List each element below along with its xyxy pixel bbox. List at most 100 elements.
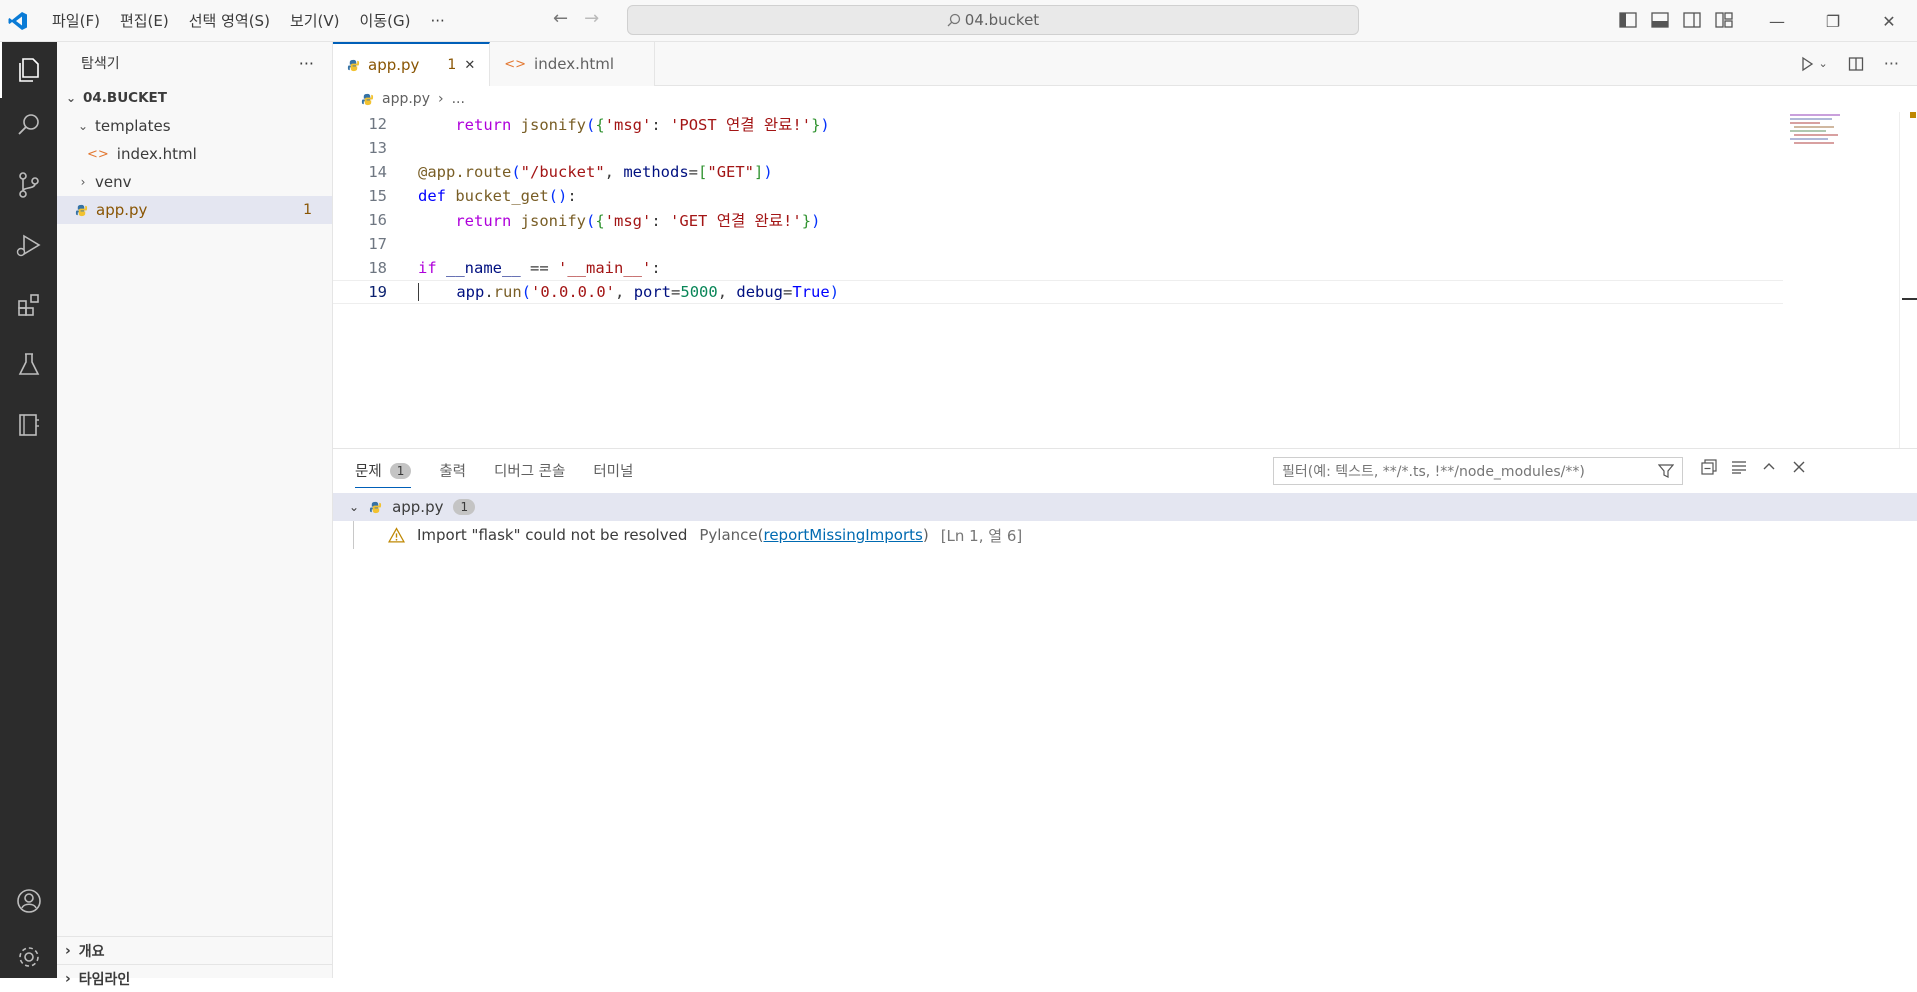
code-text: return jsonify({'msg': 'GET 연결 완료!'}): [455, 212, 821, 230]
menu-file[interactable]: 파일(F): [42, 0, 110, 42]
collapse-all-icon[interactable]: [1701, 459, 1717, 475]
problems-filter-input[interactable]: 필터(예: 텍스트, **/*.ts, !**/node_modules/**): [1273, 457, 1683, 485]
menu-selection[interactable]: 선택 영역(S): [179, 0, 280, 42]
breadcrumb-file[interactable]: app.py: [382, 91, 430, 107]
breadcrumb: app.py › ...: [333, 86, 465, 112]
problems-count-badge: 1: [389, 462, 412, 479]
code-line: 13: [333, 136, 1783, 160]
title-bar: 파일(F) 편집(E) 선택 영역(S) 보기(V) 이동(G) ··· ← →…: [0, 0, 1917, 42]
toggle-panel-icon[interactable]: [1650, 10, 1670, 30]
cursor-marker: [1902, 298, 1917, 300]
filter-icon[interactable]: [1658, 463, 1674, 479]
code-line: 16 return jsonify({'msg': 'GET 연결 완료!'}): [333, 208, 1783, 232]
chevron-down-icon[interactable]: ⌄: [1819, 57, 1828, 70]
workspace-root-label: 04.BUCKET: [83, 90, 167, 106]
timeline-label: 타임라인: [78, 971, 131, 988]
tree-item-label: app.py: [96, 201, 148, 219]
line-number: 17: [368, 235, 387, 253]
menu-go[interactable]: 이동(G): [350, 0, 421, 42]
breadcrumb-separator: ›: [437, 91, 444, 107]
tab-terminal[interactable]: 터미널: [593, 460, 633, 481]
restore-icon[interactable]: ❐: [1805, 0, 1861, 42]
minimap[interactable]: [1788, 112, 1888, 172]
python-file-icon: [347, 59, 360, 72]
code-line: 17: [333, 232, 1783, 256]
search-view-icon[interactable]: [0, 100, 57, 150]
python-file-icon: [361, 93, 374, 106]
account-icon[interactable]: [0, 876, 57, 926]
menu-edit[interactable]: 편집(E): [110, 0, 179, 42]
tab-index-html[interactable]: <> index.html: [490, 42, 656, 86]
forward-arrow-icon[interactable]: →: [584, 8, 599, 29]
tab-label: index.html: [534, 55, 615, 73]
code-line: 18 if __name__ == '__main__':: [333, 256, 1783, 280]
toggle-primary-sidebar-icon[interactable]: [1618, 10, 1638, 30]
line-number: 16: [368, 211, 387, 229]
tree-folder-venv[interactable]: › venv: [57, 168, 332, 196]
chevron-right-icon: ›: [65, 942, 71, 959]
outline-label: 개요: [78, 943, 105, 960]
more-actions-icon[interactable]: ···: [1884, 54, 1899, 73]
explorer-more-icon[interactable]: ···: [299, 54, 314, 73]
code-text: def bucket_get():: [418, 187, 577, 205]
manage-gear-icon[interactable]: [0, 932, 57, 982]
chevron-right-icon: ›: [80, 175, 86, 189]
code-text: if __name__ == '__main__':: [418, 259, 661, 277]
tree-file-index-html[interactable]: <> index.html: [57, 140, 332, 168]
explorer-icon[interactable]: [0, 42, 57, 98]
maximize-panel-icon[interactable]: [1761, 459, 1777, 475]
run-debug-icon[interactable]: [0, 220, 57, 270]
toggle-secondary-sidebar-icon[interactable]: [1682, 10, 1702, 30]
workspace-root[interactable]: ⌄ 04.BUCKET: [57, 84, 332, 112]
split-editor-icon[interactable]: [1848, 56, 1864, 72]
problem-source: Pylance(reportMissingImports): [699, 526, 928, 544]
code-editor[interactable]: 12 return jsonify({'msg': 'POST 연결 완료!'}…: [333, 112, 1917, 448]
tab-output[interactable]: 출력: [439, 460, 466, 481]
notebook-icon[interactable]: [0, 400, 57, 450]
nav-arrows: ← →: [553, 8, 599, 29]
line-number: 19: [368, 283, 387, 301]
problem-file-row[interactable]: ⌄ app.py 1: [333, 493, 1917, 521]
tab-label: 문제: [355, 464, 382, 480]
problem-item[interactable]: Import "flask" could not be resolved Pyl…: [333, 521, 1917, 549]
explorer-header: 탐색기 ···: [57, 42, 332, 84]
problem-code-link[interactable]: reportMissingImports: [763, 526, 922, 544]
minimize-icon[interactable]: —: [1749, 0, 1805, 42]
tab-app-py[interactable]: app.py 1 ✕: [333, 42, 491, 86]
tree-file-app-py[interactable]: app.py 1: [57, 196, 332, 224]
menu-more[interactable]: ···: [420, 0, 454, 42]
warning-icon: [388, 526, 405, 543]
line-number: 12: [368, 115, 387, 133]
extensions-icon[interactable]: [0, 280, 57, 330]
chevron-down-icon: ⌄: [349, 500, 360, 514]
tab-debug-console[interactable]: 디버그 콘솔: [494, 460, 565, 481]
menu-view[interactable]: 보기(V): [280, 0, 350, 42]
current-code-line: 19 app.run('0.0.0.0', port=5000, debug=T…: [333, 280, 1783, 304]
outline-section[interactable]: › 개요: [57, 936, 333, 964]
run-python-file-icon[interactable]: [1799, 56, 1815, 72]
editor-scrollbar[interactable]: [1899, 112, 1917, 448]
panel-actions: [1701, 459, 1807, 475]
word-wrap-icon[interactable]: [1731, 459, 1747, 475]
close-panel-icon[interactable]: [1791, 459, 1807, 475]
python-file-icon: [369, 501, 382, 514]
close-icon[interactable]: ✕: [464, 58, 475, 73]
tab-problems[interactable]: 문제 1: [355, 452, 412, 488]
search-icon: [947, 13, 960, 27]
back-arrow-icon[interactable]: ←: [553, 8, 568, 29]
customize-layout-icon[interactable]: [1714, 10, 1734, 30]
source-control-icon[interactable]: [0, 160, 57, 210]
testing-icon[interactable]: [0, 340, 57, 390]
window-controls: — ❐ ✕: [1749, 0, 1917, 42]
tab-label: app.py: [368, 56, 420, 74]
code-line: 12 return jsonify({'msg': 'POST 연결 완료!'}…: [333, 112, 1783, 136]
tree-folder-templates[interactable]: ⌄ templates: [57, 112, 332, 140]
close-window-icon[interactable]: ✕: [1861, 0, 1917, 42]
activity-bar: [0, 42, 57, 978]
bottom-panel: 문제 1 출력 디버그 콘솔 터미널 필터(예: 텍스트, **/*.ts, !…: [333, 448, 1917, 978]
timeline-section[interactable]: › 타임라인: [57, 964, 333, 992]
python-file-icon: [75, 204, 88, 217]
command-center-search[interactable]: 04.bucket: [627, 5, 1359, 35]
breadcrumb-symbol[interactable]: ...: [452, 91, 465, 107]
line-number: 18: [368, 259, 387, 277]
